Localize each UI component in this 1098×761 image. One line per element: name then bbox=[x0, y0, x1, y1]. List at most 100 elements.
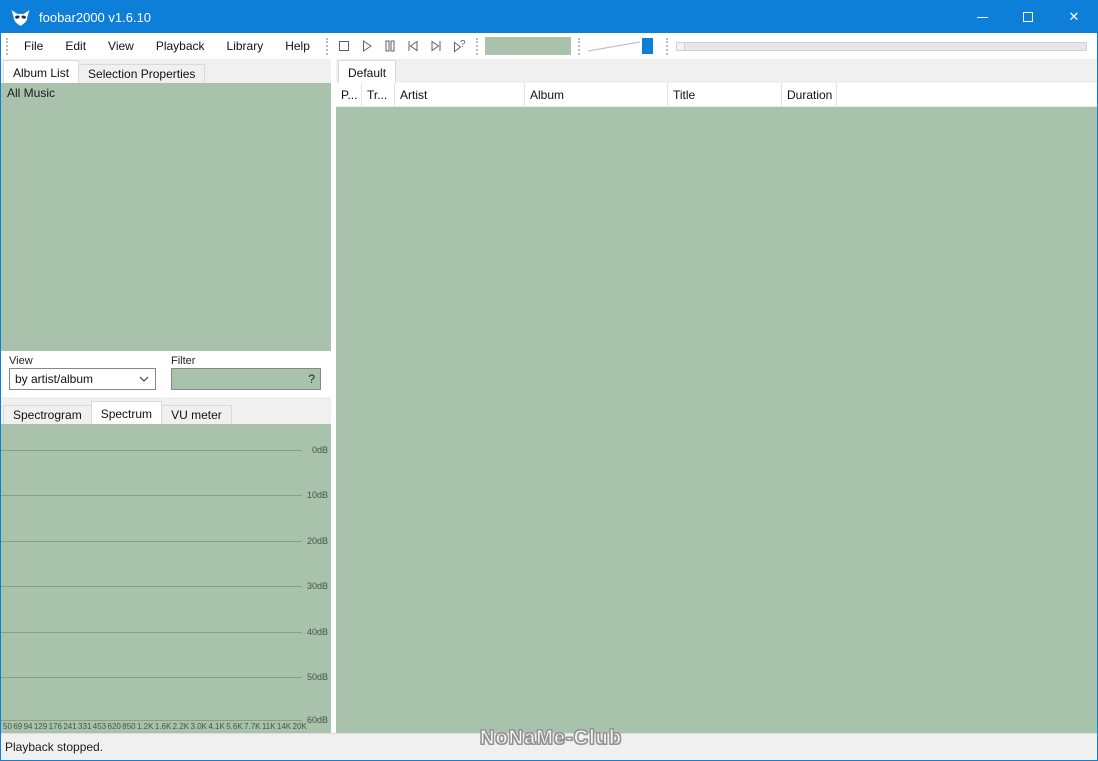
tab-vu-meter[interactable]: VU meter bbox=[161, 405, 232, 424]
column-header-artist[interactable]: Artist bbox=[395, 83, 525, 106]
db-label: 60dB bbox=[306, 715, 328, 725]
frequency-axis: 50 69 94 129 176 241 331 453 620 850 1.2… bbox=[3, 722, 307, 731]
toolbar-grip[interactable] bbox=[6, 37, 8, 55]
view-label: View bbox=[9, 355, 33, 367]
freq-label: 1.6K bbox=[154, 722, 172, 731]
freq-label: 129 bbox=[33, 722, 48, 731]
playlist-body[interactable] bbox=[336, 107, 1097, 733]
content-area: Album List Selection Properties All Musi… bbox=[1, 59, 1097, 733]
chevron-down-icon bbox=[139, 376, 149, 382]
seekbar[interactable] bbox=[675, 41, 1087, 51]
tab-spectrogram[interactable]: Spectrogram bbox=[3, 405, 92, 424]
play-button[interactable] bbox=[356, 35, 379, 57]
freq-label: 7.7K bbox=[244, 722, 261, 731]
maximize-icon bbox=[1023, 12, 1033, 22]
freq-label: 850 bbox=[122, 722, 136, 731]
spectrum-display: 0dB 10dB 20dB 30dB 40dB 50dB 60dB 50 69 … bbox=[1, 424, 331, 733]
seekbar-handle[interactable] bbox=[676, 42, 685, 50]
freq-label: 453 bbox=[92, 722, 107, 731]
freq-label: 1.2K bbox=[136, 722, 154, 731]
close-icon: ✕ bbox=[1068, 9, 1080, 24]
view-dropdown-value: by artist/album bbox=[15, 372, 94, 386]
stop-button[interactable] bbox=[333, 35, 356, 57]
app-window: foobar2000 v1.6.10 ✕ File Edit View Play… bbox=[0, 0, 1098, 761]
gridline bbox=[1, 677, 302, 678]
watermark: NoNaMe-Club bbox=[479, 727, 623, 750]
playlist-header: P... Tr... Artist Album Title Duration bbox=[336, 83, 1097, 107]
toolbar-grip[interactable] bbox=[577, 37, 580, 55]
menu-help[interactable]: Help bbox=[274, 34, 321, 58]
viz-tabstrip: Spectrogram Spectrum VU meter bbox=[1, 397, 331, 424]
tab-spectrum[interactable]: Spectrum bbox=[90, 401, 163, 424]
window-title: foobar2000 v1.6.10 bbox=[39, 9, 152, 25]
close-button[interactable]: ✕ bbox=[1051, 1, 1097, 33]
menu-toolbar: File Edit View Playback Library Help ? bbox=[1, 33, 1097, 59]
column-header-filler bbox=[837, 83, 1097, 106]
album-list-controls: View by artist/album Filter bbox=[1, 351, 331, 397]
freq-label: 241 bbox=[63, 722, 77, 731]
visualization-box[interactable] bbox=[484, 37, 571, 55]
gridline bbox=[1, 720, 302, 721]
toolbar-grip[interactable] bbox=[325, 37, 328, 55]
tree-item-all-music[interactable]: All Music bbox=[7, 86, 55, 100]
column-header-album[interactable]: Album bbox=[525, 83, 668, 106]
random-button[interactable]: ? bbox=[448, 35, 471, 57]
freq-label: 94 bbox=[23, 722, 33, 731]
column-header-playing[interactable]: P... bbox=[336, 83, 362, 106]
next-button[interactable] bbox=[425, 35, 448, 57]
freq-label: 4.1K bbox=[208, 722, 225, 731]
toolbar-grip[interactable] bbox=[475, 37, 478, 55]
menu-library[interactable]: Library bbox=[216, 34, 275, 58]
playlist-tabstrip: Default bbox=[336, 59, 1097, 83]
minimize-button[interactable] bbox=[959, 1, 1005, 33]
gridline bbox=[1, 541, 302, 542]
freq-label: 20K bbox=[292, 722, 307, 731]
left-tabstrip: Album List Selection Properties bbox=[1, 59, 331, 83]
freq-label: 11K bbox=[261, 722, 276, 731]
minimize-icon bbox=[976, 16, 988, 18]
gridline bbox=[1, 586, 302, 587]
column-header-track[interactable]: Tr... bbox=[362, 83, 395, 106]
previous-button[interactable] bbox=[402, 35, 425, 57]
menu-edit[interactable]: Edit bbox=[54, 34, 97, 58]
freq-label: 620 bbox=[107, 722, 121, 731]
freq-label: 14K bbox=[276, 722, 292, 731]
window-controls: ✕ bbox=[959, 1, 1097, 33]
freq-label: 5.6K bbox=[226, 722, 243, 731]
volume-slider[interactable] bbox=[587, 37, 659, 55]
toolbar-grip[interactable] bbox=[665, 37, 668, 55]
freq-label: 176 bbox=[48, 722, 62, 731]
svg-text:?: ? bbox=[460, 39, 466, 50]
freq-label: 2.2K bbox=[172, 722, 190, 731]
db-label: 0dB bbox=[311, 445, 328, 455]
tab-default-playlist[interactable]: Default bbox=[338, 60, 397, 83]
foobar2000-logo-icon[interactable] bbox=[10, 7, 31, 28]
gridline bbox=[1, 632, 302, 633]
freq-label: 69 bbox=[13, 722, 23, 731]
left-panel: Album List Selection Properties All Musi… bbox=[1, 59, 331, 733]
filter-label: Filter bbox=[171, 355, 196, 367]
db-label: 10dB bbox=[306, 490, 328, 500]
pause-button[interactable] bbox=[379, 35, 402, 57]
filter-input[interactable] bbox=[171, 368, 321, 390]
freq-label: 50 bbox=[3, 722, 12, 731]
maximize-button[interactable] bbox=[1005, 1, 1051, 33]
menu-file[interactable]: File bbox=[13, 34, 54, 58]
titlebar: foobar2000 v1.6.10 ✕ bbox=[1, 1, 1097, 33]
album-list-tree: All Music bbox=[1, 83, 331, 351]
view-dropdown[interactable]: by artist/album bbox=[9, 368, 156, 390]
db-label: 40dB bbox=[306, 627, 328, 637]
freq-label: 331 bbox=[78, 722, 92, 731]
gridline bbox=[1, 450, 302, 451]
db-label: 20dB bbox=[306, 536, 328, 546]
menu-view[interactable]: View bbox=[97, 34, 145, 58]
column-header-title[interactable]: Title bbox=[668, 83, 782, 106]
column-header-duration[interactable]: Duration bbox=[782, 83, 837, 106]
playlist-panel: Default P... Tr... Artist Album Title Du… bbox=[336, 59, 1097, 733]
volume-handle bbox=[641, 38, 653, 54]
menu-playback[interactable]: Playback bbox=[145, 34, 216, 58]
tab-album-list[interactable]: Album List bbox=[3, 60, 80, 83]
gridline bbox=[1, 495, 302, 496]
tab-selection-properties[interactable]: Selection Properties bbox=[78, 64, 206, 83]
playback-status-text: Playback stopped. bbox=[5, 740, 104, 754]
